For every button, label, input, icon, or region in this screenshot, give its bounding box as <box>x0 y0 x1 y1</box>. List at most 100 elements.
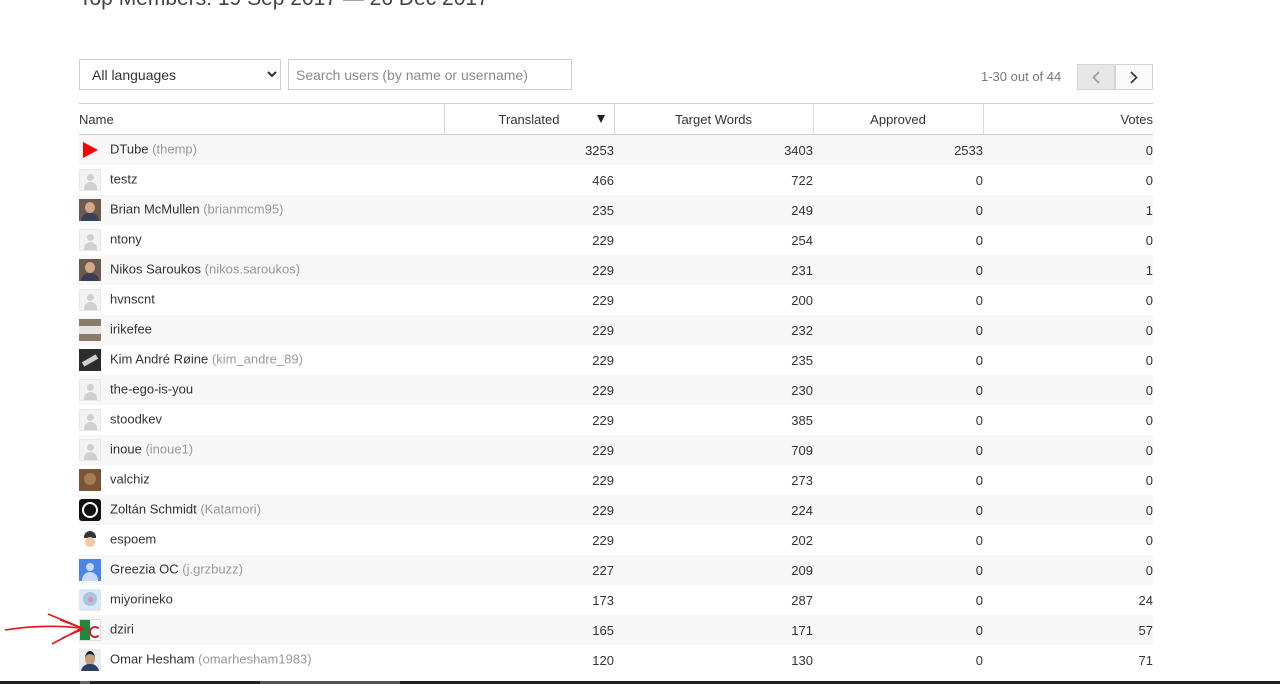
table-row: ntony 229 254 0 0 <box>79 225 1153 255</box>
translated-count: 229 <box>444 495 614 525</box>
member-username[interactable]: (Katamori) <box>200 501 261 516</box>
votes-count: 0 <box>1145 232 1153 248</box>
target-words-count: 385 <box>791 412 813 428</box>
votes-count: 71 <box>1138 652 1153 668</box>
member-name-link[interactable]: testz <box>110 171 137 186</box>
member-username[interactable]: (brianmcm95) <box>203 201 283 216</box>
target-words-count: 235 <box>791 352 813 368</box>
member-username[interactable]: (inoue1) <box>145 441 193 456</box>
target-words-count: 130 <box>791 652 813 668</box>
member-name-link[interactable]: miyorineko <box>110 591 173 606</box>
member-name-link[interactable]: Zoltán Schmidt <box>110 501 197 516</box>
target-words-count: 709 <box>614 435 813 465</box>
member-name-link[interactable]: stoodkev <box>110 411 162 426</box>
approved-count: 0 <box>813 315 983 345</box>
column-header-approved[interactable]: Approved <box>812 103 983 135</box>
chevron-right-icon <box>1130 70 1138 84</box>
member-username[interactable]: (omarhesham1983) <box>198 651 311 666</box>
member-name-link[interactable]: Greezia OC <box>110 561 179 576</box>
approved-count: 0 <box>975 592 983 608</box>
dtube-logo-icon[interactable] <box>79 139 101 161</box>
member-name-link[interactable]: Kim André Røine <box>110 351 208 366</box>
member-name-link[interactable]: espoem <box>110 531 156 546</box>
cartoon-avatar[interactable] <box>79 529 101 551</box>
target-words-count: 287 <box>791 592 813 608</box>
votes-count: 0 <box>983 315 1153 345</box>
votes-count: 0 <box>983 134 1153 165</box>
column-header-votes[interactable]: Votes <box>982 103 1153 135</box>
member-name-link[interactable]: dziri <box>110 621 134 636</box>
logo-avatar[interactable] <box>79 499 101 521</box>
member-name-cell: irikefee <box>79 315 444 345</box>
default-avatar-icon[interactable] <box>79 409 101 431</box>
blue-avatar[interactable] <box>79 559 101 581</box>
member-username[interactable]: (themp) <box>152 141 197 156</box>
target-words-count: 3403 <box>614 134 813 165</box>
default-avatar-icon[interactable] <box>79 439 101 461</box>
target-words-count: 254 <box>791 232 813 248</box>
member-name-link[interactable]: Nikos Saroukos <box>110 261 201 276</box>
member-name-cell: ntony <box>79 225 444 255</box>
default-avatar-icon[interactable] <box>79 379 101 401</box>
photo-avatar[interactable] <box>79 349 101 371</box>
member-name-cell: Zoltán Schmidt (Katamori) <box>79 495 444 525</box>
translated-count: 227 <box>444 555 614 585</box>
photo-avatar[interactable] <box>79 649 101 671</box>
sort-desc-icon <box>596 115 605 123</box>
table-row: dziri 165 171 0 57 <box>79 615 1153 645</box>
column-header-target-words[interactable]: Target Words <box>613 103 813 135</box>
approved-count: 0 <box>813 495 983 525</box>
table-row: Brian McMullen (brianmcm95) 235 249 0 1 <box>79 195 1153 225</box>
table-row: Kim André Røine (kim_andre_89) 229 235 0 0 <box>79 345 1153 375</box>
column-header-translated[interactable]: Translated <box>443 103 614 135</box>
translated-count: 165 <box>444 615 614 645</box>
photo-avatar[interactable] <box>79 259 101 281</box>
member-username[interactable]: (kim_andre_89) <box>212 351 303 366</box>
approved-count: 0 <box>975 652 983 668</box>
photo-avatar[interactable] <box>79 469 101 491</box>
flag-avatar[interactable] <box>79 619 101 641</box>
member-name-link[interactable]: Brian McMullen <box>110 201 200 216</box>
previous-page-button[interactable] <box>1077 64 1115 90</box>
photo-avatar[interactable] <box>79 199 101 221</box>
votes-count: 0 <box>1145 352 1153 368</box>
next-page-button[interactable] <box>1115 64 1153 90</box>
column-header-name[interactable]: Name <box>79 103 444 135</box>
member-name-link[interactable]: DTube <box>110 141 149 156</box>
votes-count: 0 <box>1145 412 1153 428</box>
approved-count: 0 <box>813 555 983 585</box>
member-name-link[interactable]: hvnscnt <box>110 291 155 306</box>
search-users-input[interactable] <box>288 59 572 90</box>
pagination-summary: 1-30 out of 44 <box>981 69 1062 84</box>
member-username[interactable]: (nikos.saroukos) <box>205 261 300 276</box>
default-avatar-icon[interactable] <box>79 289 101 311</box>
votes-count: 0 <box>983 495 1153 525</box>
target-words-count: 273 <box>791 472 813 488</box>
default-avatar-icon[interactable] <box>79 229 101 251</box>
approved-count: 0 <box>975 412 983 428</box>
table-row: hvnscnt 229 200 0 0 <box>79 285 1153 315</box>
translated-count: 229 <box>592 292 614 308</box>
member-name-link[interactable]: valchiz <box>110 471 150 486</box>
member-name-link[interactable]: Omar Hesham <box>110 651 195 666</box>
votes-count: 0 <box>1145 172 1153 188</box>
votes-count: 0 <box>983 375 1153 405</box>
language-select[interactable]: All languages <box>79 59 281 90</box>
members-table: Name Translated Target Words Approved Vo… <box>79 103 1153 675</box>
target-words-count: 722 <box>791 172 813 188</box>
member-name-link[interactable]: ntony <box>110 231 142 246</box>
photo-avatar[interactable] <box>79 319 101 341</box>
anime-avatar[interactable] <box>79 589 101 611</box>
translated-count: 3253 <box>444 134 614 165</box>
votes-count: 1 <box>983 255 1153 285</box>
table-row: inoue (inoue1) 229 709 0 0 <box>79 435 1153 465</box>
member-name-link[interactable]: the-ego-is-you <box>110 381 193 396</box>
member-name-cell: Greezia OC (j.grzbuzz) <box>79 555 444 585</box>
member-username[interactable]: (j.grzbuzz) <box>182 561 243 576</box>
default-avatar-icon[interactable] <box>79 169 101 191</box>
table-row: Greezia OC (j.grzbuzz) 227 209 0 0 <box>79 555 1153 585</box>
member-name-link[interactable]: irikefee <box>110 321 152 336</box>
target-words-count: 232 <box>614 315 813 345</box>
table-row: valchiz 229 273 0 0 <box>79 465 1153 495</box>
member-name-link[interactable]: inoue <box>110 441 142 456</box>
